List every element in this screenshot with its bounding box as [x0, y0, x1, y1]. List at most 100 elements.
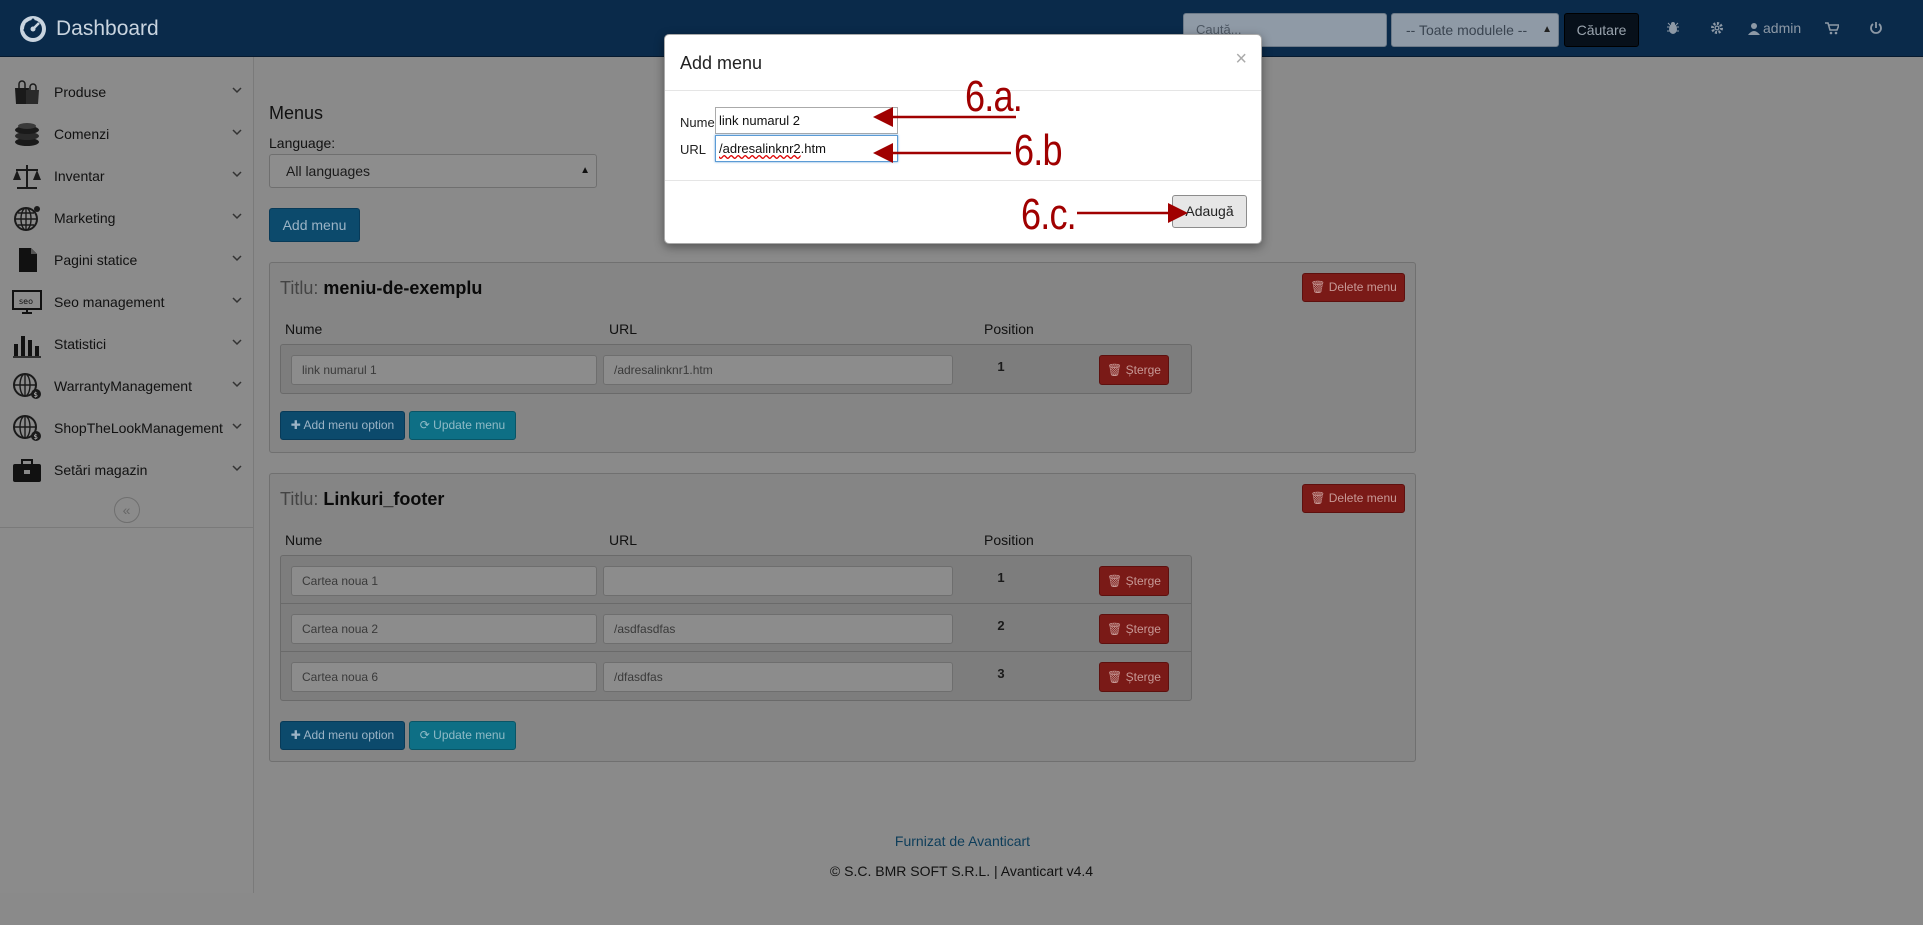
sidebar-item-pagini-statice[interactable]: Pagini statice	[0, 239, 253, 281]
column-header-position: Position	[984, 532, 1034, 548]
bar-chart-icon	[12, 329, 42, 359]
user-menu[interactable]: admin	[1748, 20, 1801, 36]
modal-header: Add menu ×	[665, 35, 1261, 91]
column-header-url: URL	[609, 532, 638, 548]
delete-row-button[interactable]: 🗑 Șterge	[1099, 614, 1169, 644]
dashboard-gauge-icon	[20, 16, 46, 42]
chevron-down-icon	[232, 423, 242, 430]
sidebar-item-marketing[interactable]: Marketing	[0, 197, 253, 239]
column-header-position: Position	[984, 321, 1034, 337]
power-icon[interactable]	[1869, 21, 1883, 35]
menu-title-prefix: Titlu:	[280, 278, 319, 298]
modal-body: Nume link numarul 2 URL /adresalinknr2.h…	[665, 91, 1261, 181]
chevron-down-icon	[232, 465, 242, 472]
page-title: Menus	[269, 103, 324, 123]
modal-title: Add menu	[680, 53, 763, 73]
shopping-bags-icon	[12, 77, 42, 107]
table-row: Cartea noua 2 /asdfasdfas 2 🗑 Șterge	[281, 604, 1191, 652]
delete-row-button[interactable]: 🗑 Șterge	[1099, 355, 1169, 385]
trash-icon: 🗑	[1107, 574, 1123, 588]
menu-title: Titlu: Linkuri_footer	[280, 489, 444, 510]
url-value-misspelled: /adresalinknr2	[719, 141, 801, 156]
delete-menu-button[interactable]: 🗑 Delete menu	[1302, 273, 1405, 302]
sidebar-collapse-button[interactable]: «	[113, 497, 140, 523]
footer-copyright: © S.C. BMR SOFT S.R.L. | Avanticart v4.4	[829, 863, 1094, 879]
sidebar-item-inventar[interactable]: Inventar	[0, 155, 253, 197]
user-name: admin	[1763, 20, 1802, 36]
annotation-6c: 6.c.	[1021, 190, 1077, 239]
bottom-strip	[0, 893, 1923, 925]
column-header-url: URL	[609, 321, 638, 337]
refresh-icon: ⟳	[419, 728, 430, 742]
url-input[interactable]: /adresalinknr2.htm	[715, 135, 898, 162]
row-url-input[interactable]: /adresalinknr1.htm	[603, 355, 953, 385]
user-icon	[1748, 22, 1760, 35]
globe-dollar-icon: $	[12, 371, 42, 401]
sidebar-item-label: Comenzi	[54, 126, 110, 142]
scale-icon	[12, 161, 42, 191]
svg-text:seo: seo	[19, 297, 33, 306]
menu-actions: ✚ Add menu option ⟳ Update menu	[280, 411, 516, 440]
coins-icon	[12, 119, 42, 149]
module-select-value: -- Toate modulele --	[1406, 22, 1528, 38]
add-menu-option-button[interactable]: ✚ Add menu option	[280, 411, 405, 440]
sidebar-item-seo-management[interactable]: seo Seo management	[0, 281, 253, 323]
cart-icon[interactable]	[1825, 21, 1840, 35]
sidebar-item-label: WarrantyManagement	[54, 378, 192, 394]
footer-link[interactable]: Furnizat de Avanticart	[0, 833, 1923, 849]
add-option-label: Add menu option	[303, 418, 395, 432]
briefcase-icon	[12, 455, 42, 485]
name-input[interactable]: link numarul 2	[715, 107, 898, 134]
sidebar-item-comenzi[interactable]: Comenzi	[0, 113, 253, 155]
trash-icon: 🗑	[1107, 363, 1123, 377]
sidebar-divider	[0, 527, 253, 528]
delete-row-button[interactable]: 🗑 Șterge	[1099, 662, 1169, 692]
row-url-input[interactable]	[603, 566, 953, 596]
close-icon[interactable]: ×	[1235, 49, 1247, 69]
adauga-button[interactable]: Adaugă	[1172, 195, 1247, 228]
language-select[interactable]: All languages ▲	[269, 154, 597, 188]
sidebar-item-label: Seo management	[54, 294, 165, 310]
row-url-input[interactable]: /dfasdfas	[603, 662, 953, 692]
sidebar-item-warrantymanagement[interactable]: $ WarrantyManagement	[0, 365, 253, 407]
add-menu-button[interactable]: Add menu	[269, 208, 360, 242]
delete-menu-button[interactable]: 🗑 Delete menu	[1302, 484, 1405, 513]
delete-menu-label: Delete menu	[1328, 280, 1397, 294]
menu-panel-meniu-de-exemplu: Titlu: meniu-de-exemplu 🗑 Delete menu Nu…	[269, 262, 1416, 453]
sidebar-item-statistici[interactable]: Statistici	[0, 323, 253, 365]
brand[interactable]: Dashboard	[18, 14, 159, 44]
menu-title: Titlu: meniu-de-exemplu	[280, 278, 482, 299]
menu-actions: ✚ Add menu option ⟳ Update menu	[280, 721, 516, 750]
sidebar-item-produse[interactable]: Produse	[0, 71, 253, 113]
sidebar-item-label: Pagini statice	[54, 252, 138, 268]
chevron-down-icon	[232, 339, 242, 346]
language-select-value: All languages	[286, 163, 371, 179]
trash-icon: 🗑	[1107, 670, 1123, 684]
globe-icon	[12, 203, 42, 233]
sidebar-item-label: Inventar	[54, 168, 105, 184]
search-button[interactable]: Căutare	[1564, 13, 1639, 47]
globe-dollar-icon: $	[12, 413, 42, 443]
update-menu-button[interactable]: ⟳ Update menu	[409, 411, 516, 440]
add-menu-option-button[interactable]: ✚ Add menu option	[280, 721, 405, 750]
sidebar-item-shopthelookmanagement[interactable]: $ ShopTheLookManagement	[0, 407, 253, 449]
update-menu-button[interactable]: ⟳ Update menu	[409, 721, 516, 750]
row-url-input[interactable]: /asdfasdfas	[603, 614, 953, 644]
row-nume-input[interactable]: Cartea noua 6	[291, 662, 597, 692]
url-label: URL	[680, 142, 707, 157]
bug-icon[interactable]	[1666, 21, 1680, 35]
row-nume-input[interactable]: Cartea noua 2	[291, 614, 597, 644]
menu-rows: Cartea noua 1 1 🗑 Șterge Cartea noua 2 /…	[280, 555, 1192, 701]
delete-row-button[interactable]: 🗑 Șterge	[1099, 566, 1169, 596]
row-nume-input[interactable]: Cartea noua 1	[291, 566, 597, 596]
gear-icon[interactable]	[1710, 21, 1724, 35]
module-select[interactable]: -- Toate modulele -- ▲	[1391, 13, 1559, 47]
plus-icon: ✚	[290, 418, 301, 432]
sidebar-item-setari-magazin[interactable]: Setări magazin	[0, 449, 253, 491]
row-position: 3	[997, 666, 1005, 681]
document-icon	[12, 245, 42, 275]
menu-panel-linkuri-footer: Titlu: Linkuri_footer 🗑 Delete menu Nume…	[269, 473, 1416, 762]
row-nume-input[interactable]: link numarul 1	[291, 355, 597, 385]
menu-title-name: Linkuri_footer	[323, 489, 445, 509]
trash-icon: 🗑	[1107, 622, 1123, 636]
